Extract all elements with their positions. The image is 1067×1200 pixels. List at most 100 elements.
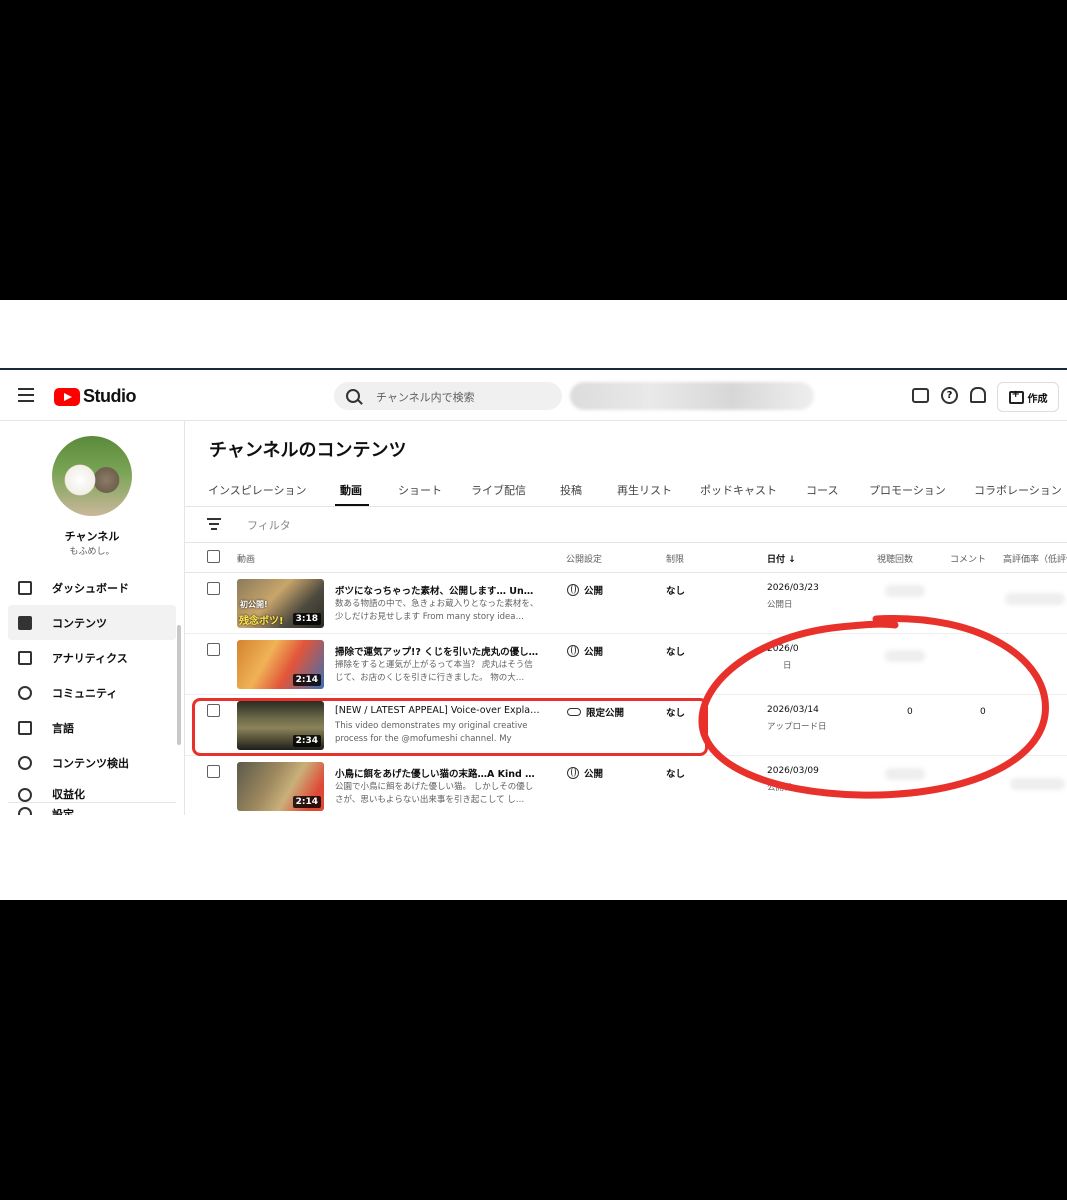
row-checkbox[interactable]: [207, 582, 220, 595]
restriction-value: なし: [666, 647, 686, 658]
menu-icon[interactable]: [18, 388, 34, 402]
sidebar-item-content-detection[interactable]: コンテンツ検出: [8, 745, 176, 780]
column-likes[interactable]: 高評価率（低評価: [1003, 552, 1067, 565]
video-title[interactable]: 掃除で運気アップ!? くじを引いた虎丸の優し…: [335, 644, 540, 658]
filter-input[interactable]: [245, 515, 549, 535]
video-title[interactable]: ボツになっちゃった素材、公開します… Unuse…: [335, 583, 540, 597]
sidebar-item-content[interactable]: コンテンツ: [8, 605, 176, 640]
sidebar-item-label: 言語: [52, 721, 74, 735]
video-description: 掃除をすると運気が上がるって本当？ 虎丸はそう信じて、お店のくじを引きに行きまし…: [335, 660, 533, 683]
sidebar-item-earn[interactable]: 収益化: [8, 780, 176, 802]
tab-podcasts[interactable]: ポッドキャスト: [700, 482, 777, 498]
youtube-play-icon: [54, 387, 80, 406]
blurred-region: [570, 382, 814, 410]
restriction-value: なし: [666, 586, 686, 597]
red-highlight-box: [192, 698, 708, 756]
sidebar-item-label: コンテンツ: [52, 616, 107, 630]
tab-courses[interactable]: コース: [806, 482, 838, 498]
subtitles-icon: [18, 720, 32, 735]
video-description: 公園で小鳥に餌をあげた優しい猫。 しかしその優しさが、思いもよらない出来事を引き…: [335, 782, 534, 805]
video-duration: 3:18: [292, 613, 321, 625]
globe-icon: [567, 767, 579, 779]
video-thumbnail[interactable]: 2:14: [237, 762, 324, 811]
content-icon: [18, 615, 32, 630]
sidebar-item-dashboard[interactable]: ダッシュボード: [8, 570, 176, 605]
create-video-icon: [1008, 389, 1024, 404]
search-box[interactable]: [334, 382, 562, 410]
sidebar-item-analytics[interactable]: アナリティクス: [8, 640, 176, 675]
sidebar-item-language[interactable]: 言語: [8, 710, 176, 745]
visibility-label: 公開: [584, 586, 604, 597]
dashboard-icon: [18, 580, 32, 595]
analytics-icon: [18, 650, 32, 665]
tab-promotions[interactable]: プロモーション: [869, 482, 946, 498]
sidebar-item-label: アナリティクス: [52, 651, 128, 665]
tab-posts[interactable]: 投稿: [560, 482, 582, 498]
tab-playlists[interactable]: 再生リスト: [617, 482, 672, 498]
globe-icon: [567, 645, 579, 657]
visibility-label: 公開: [584, 647, 604, 658]
visibility-select[interactable]: 公開: [567, 644, 603, 658]
feedback-icon[interactable]: [912, 388, 929, 403]
earn-icon: [18, 788, 32, 802]
top-bar: Studio ? 作成: [0, 370, 1067, 421]
thumbnail-caption: 初公開!: [240, 600, 268, 609]
sidebar-scrollbar[interactable]: [177, 625, 181, 745]
notifications-icon[interactable]: [970, 387, 986, 403]
date-value: 2026/03/23: [767, 583, 819, 593]
video-duration: 2:14: [292, 796, 321, 808]
community-icon: [18, 685, 32, 700]
sidebar-item-label: ダッシュボード: [52, 581, 129, 595]
column-video: 動画: [237, 555, 256, 565]
sort-arrow-icon: ↓: [788, 555, 796, 565]
screenshot-bottom-margin: [0, 815, 1067, 900]
video-thumbnail[interactable]: 2:14: [237, 640, 324, 689]
channel-handle: もふめし。: [69, 547, 115, 557]
sidebar-item-label: 収益化: [52, 788, 85, 801]
search-input[interactable]: [374, 387, 558, 407]
video-thumbnail[interactable]: 初公開! 残念ボツ! 3:18: [237, 579, 324, 628]
column-visibility[interactable]: 公開設定: [566, 552, 602, 565]
restriction-value: なし: [666, 769, 686, 780]
help-icon[interactable]: ?: [941, 387, 958, 404]
column-views[interactable]: 視聴回数: [877, 552, 913, 565]
sidebar-item-community[interactable]: コミュニティ: [8, 675, 176, 710]
create-button[interactable]: 作成: [997, 382, 1059, 412]
logo-text: Studio: [83, 386, 137, 406]
sidebar-nav: ダッシュボード コンテンツ アナリティクス コミュニティ 言語 コンテンツ検出: [8, 570, 176, 817]
channel-name: チャンネル: [64, 530, 120, 543]
sidebar: チャンネル もふめし。 ダッシュボード コンテンツ アナリティクス コミュニティ…: [0, 420, 185, 817]
screenshot-top-margin: [0, 300, 1067, 370]
globe-icon: [567, 584, 579, 596]
copyright-icon: [18, 755, 32, 770]
column-comments[interactable]: コメント: [950, 552, 986, 565]
video-duration: 2:14: [292, 674, 321, 686]
row-checkbox[interactable]: [207, 643, 220, 656]
filter-bar: [185, 506, 1067, 543]
blurred-stat: [885, 585, 925, 597]
studio-logo[interactable]: Studio: [54, 386, 137, 407]
table-header: 動画 公開設定 制限 日付 ↓ 視聴回数 コメント 高評価率（低評価: [185, 542, 1067, 573]
tab-videos[interactable]: 動画: [340, 482, 362, 498]
row-checkbox[interactable]: [207, 765, 220, 778]
blurred-stat: [1005, 593, 1065, 605]
create-label: 作成: [1027, 393, 1048, 405]
thumbnail-caption: 残念ボツ!: [239, 616, 284, 627]
page-title: チャンネルのコンテンツ: [209, 440, 407, 461]
tab-shorts[interactable]: ショート: [398, 482, 442, 498]
visibility-select[interactable]: 公開: [567, 583, 603, 597]
channel-avatar[interactable]: [52, 436, 132, 516]
column-date-label: 日付: [767, 555, 786, 565]
sidebar-item-label: コミュニティ: [52, 686, 118, 700]
tab-live[interactable]: ライブ配信: [471, 482, 526, 498]
column-date[interactable]: 日付 ↓: [767, 552, 796, 565]
filter-icon[interactable]: [207, 518, 221, 533]
select-all-checkbox[interactable]: [207, 550, 220, 563]
sidebar-item-label: コンテンツ検出: [52, 756, 129, 770]
video-title[interactable]: 小鳥に餌をあげた優しい猫の末路…A Kind Cat …: [335, 766, 540, 780]
tab-inspiration[interactable]: インスピレーション: [208, 482, 307, 498]
tab-collaborations[interactable]: コラボレーション: [974, 482, 1062, 498]
search-icon: [346, 389, 360, 403]
visibility-select[interactable]: 公開: [567, 766, 603, 780]
visibility-label: 公開: [584, 769, 604, 780]
